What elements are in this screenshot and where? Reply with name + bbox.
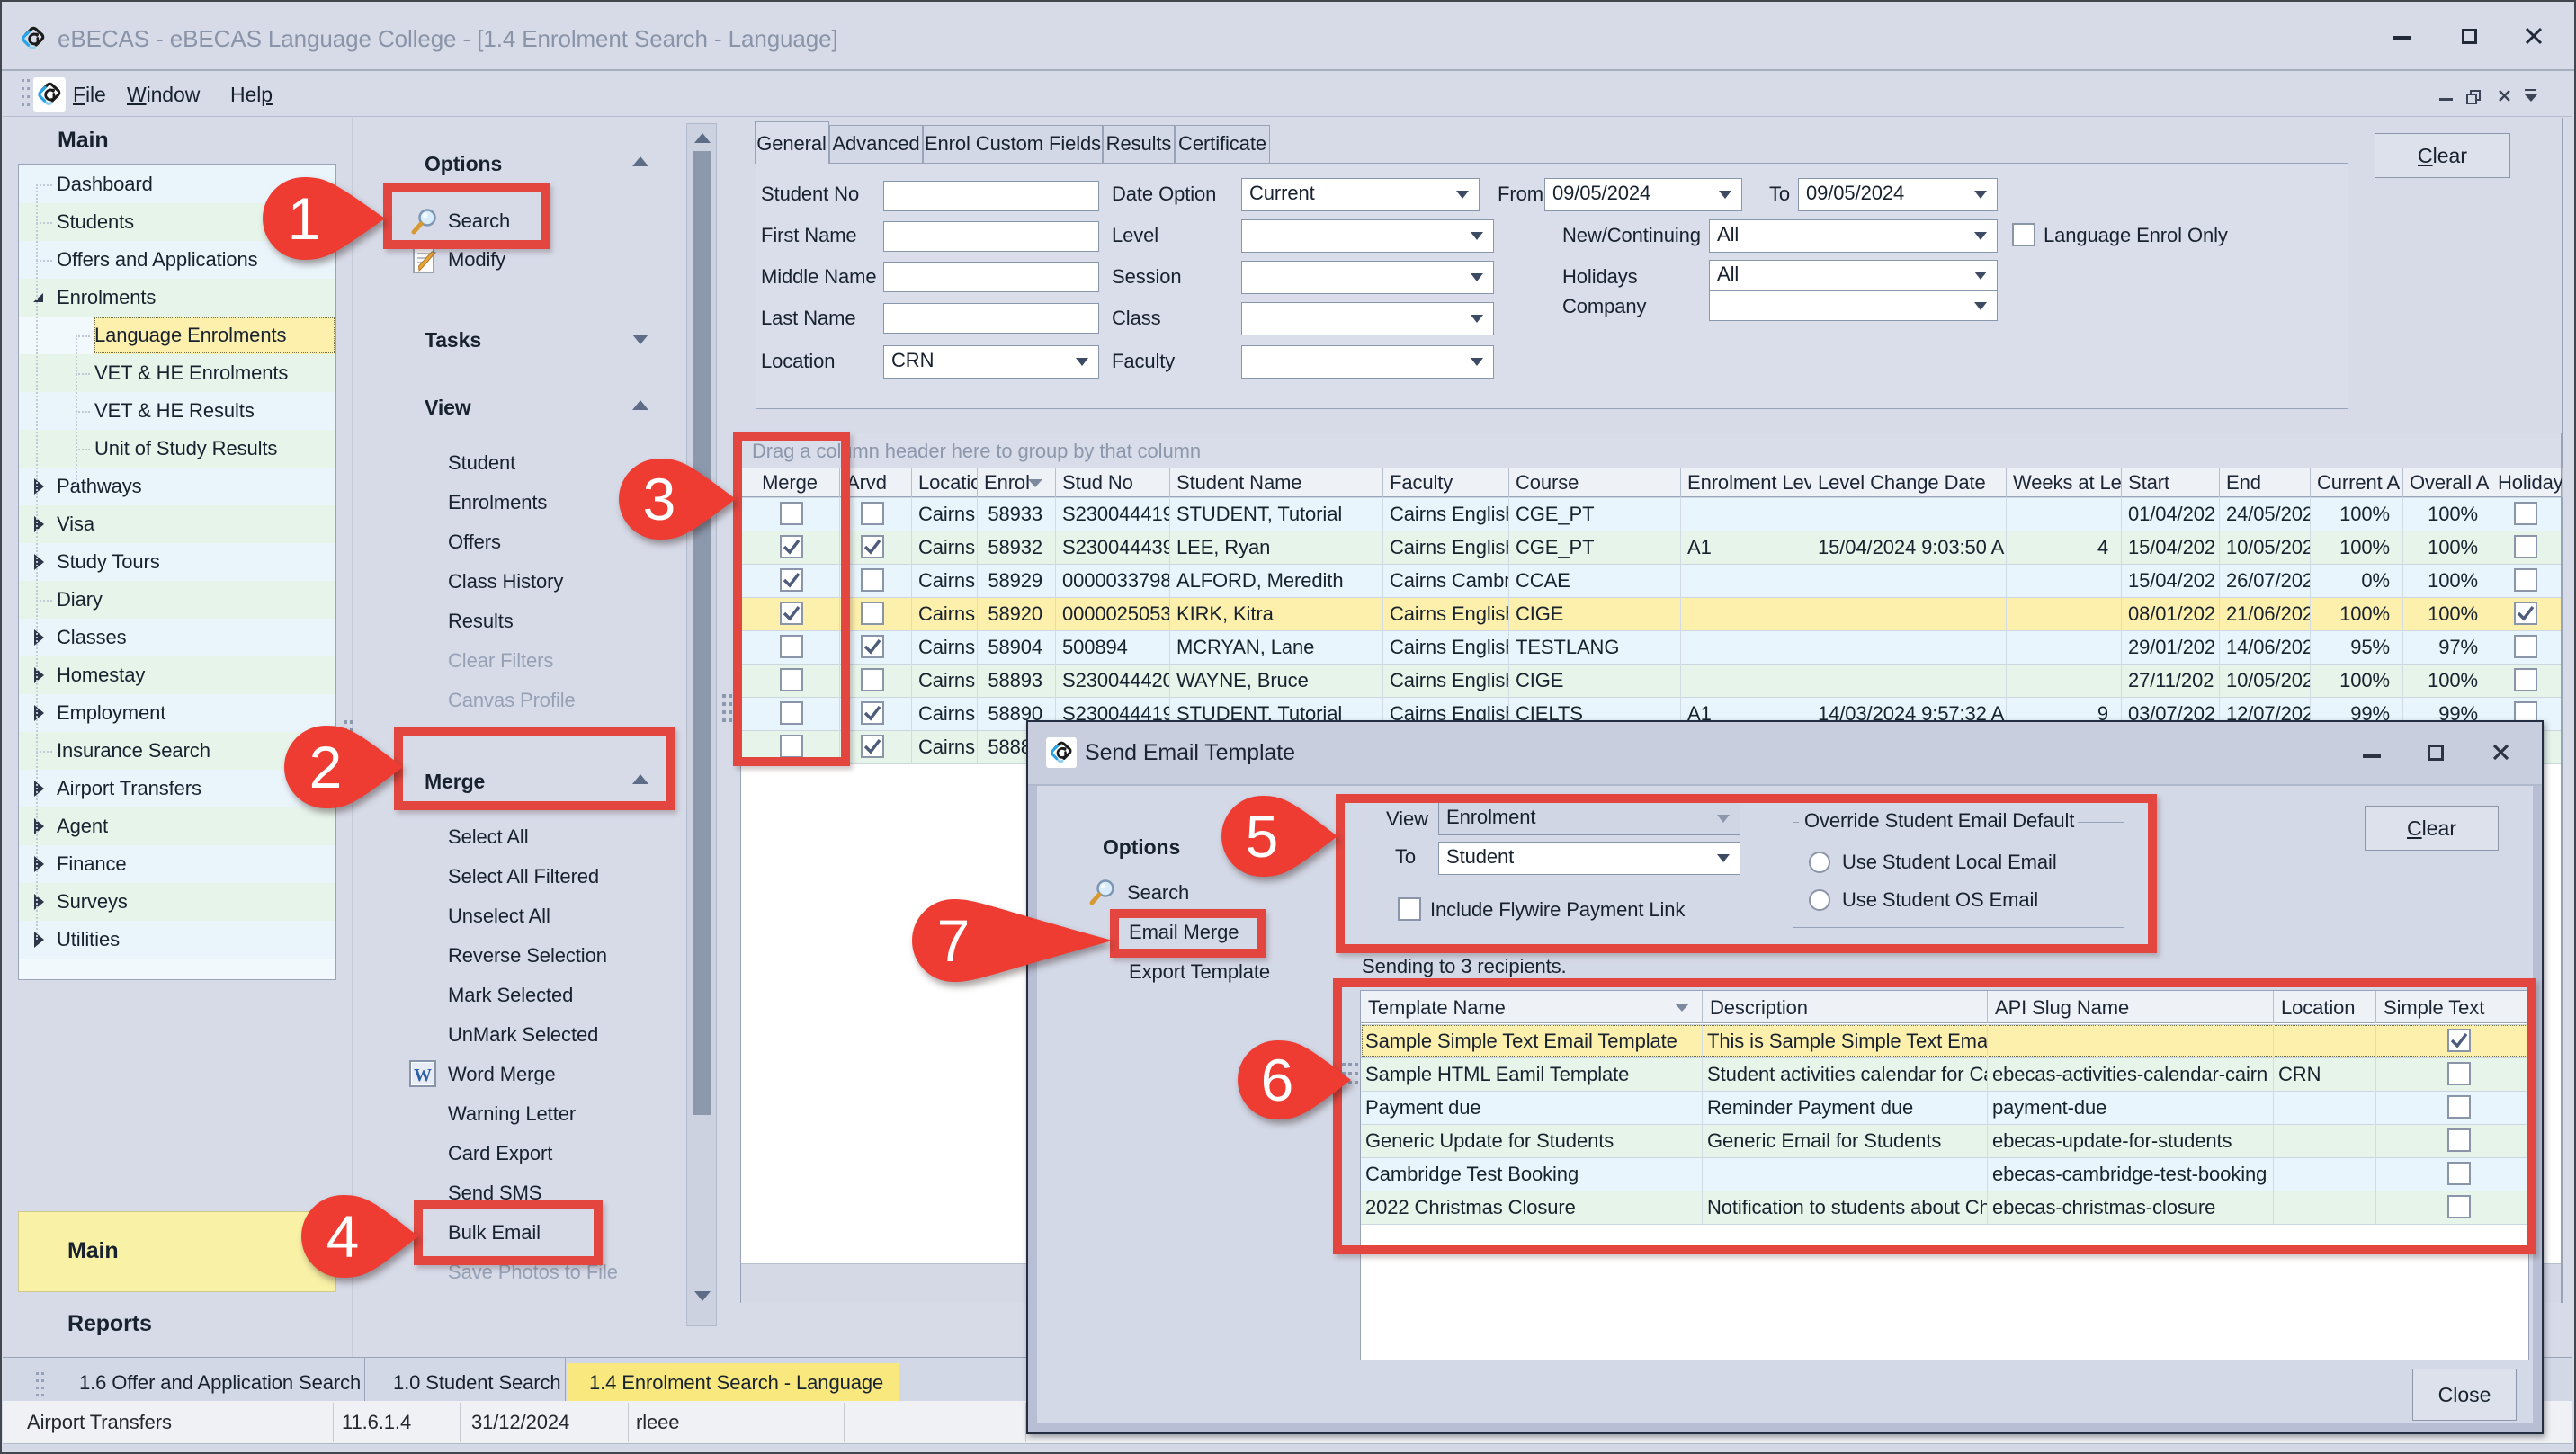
svg-text:6: 6 <box>1261 1047 1294 1113</box>
svg-text:5: 5 <box>1246 803 1279 870</box>
svg-text:4: 4 <box>326 1203 360 1270</box>
svg-text:2: 2 <box>309 734 343 800</box>
svg-text:7: 7 <box>937 907 970 974</box>
svg-text:3: 3 <box>643 466 676 532</box>
svg-text:1: 1 <box>288 185 321 252</box>
svg-text:W: W <box>414 1066 432 1085</box>
